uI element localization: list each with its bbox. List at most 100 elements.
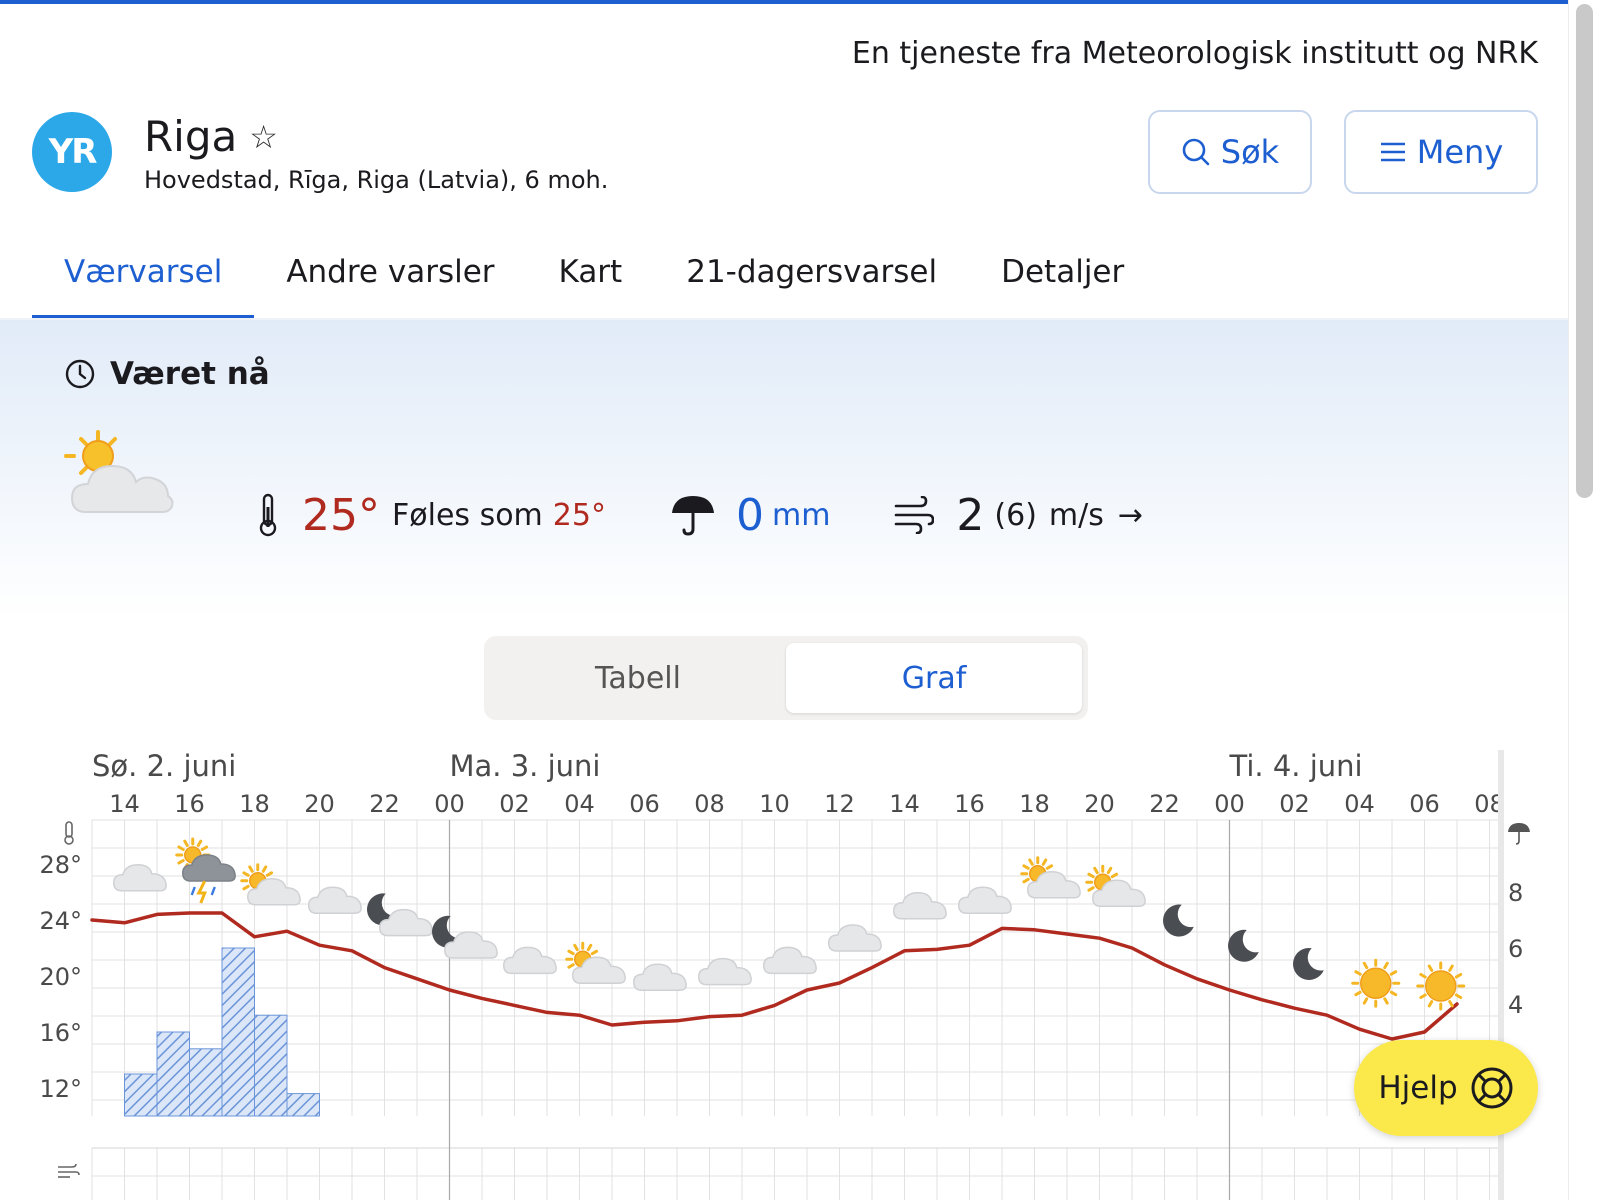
x-tick-label: 04 — [1344, 790, 1375, 818]
view-toggle: Tabell Graf — [484, 636, 1088, 720]
tab-andre-varsler[interactable]: Andre varsler — [254, 240, 526, 320]
day-label: Ti. 4. juni — [1229, 749, 1363, 783]
symbol-part — [200, 845, 209, 851]
moon-icon — [1228, 929, 1259, 962]
symbol-part — [1293, 947, 1324, 980]
partly-cloudy-day-icon — [1020, 856, 1081, 899]
current-weather-heading: Været nå — [64, 356, 270, 392]
cloud-icon — [957, 886, 1012, 914]
yr-logo[interactable]: YR — [32, 112, 112, 192]
umbrella-icon — [671, 496, 714, 536]
service-credit: En tjeneste fra Meteorologisk institutt … — [851, 36, 1538, 71]
x-tick-label: 18 — [239, 790, 270, 818]
toggle-graf[interactable]: Graf — [786, 643, 1082, 713]
wind-unit: m/s — [1048, 497, 1104, 533]
forecast-graph: Sø. 2. juni Ma. 3. juni Ti. 4. juni 14 16 18 2… — [39, 749, 1530, 1200]
toggle-tabell[interactable]: Tabell — [490, 643, 786, 713]
umbrella-axis-icon — [1508, 823, 1530, 845]
scrollbar-thumb[interactable] — [1576, 4, 1593, 498]
help-button-label: Hjelp — [1378, 1070, 1458, 1106]
cloud-icon — [632, 963, 687, 991]
symbol-part — [1362, 997, 1369, 1005]
symbol-part — [573, 943, 579, 952]
x-tick-label: 22 — [369, 790, 400, 818]
current-precipitation: 0 — [735, 489, 764, 541]
symbol-part — [1383, 961, 1389, 970]
current-weather-metrics: 25° Føles som 25° 0 mm 2 (6) m/s → — [258, 486, 1143, 544]
x-tick-label: 20 — [304, 790, 335, 818]
symbol-part — [1106, 866, 1113, 875]
axis-icon-part — [1515, 832, 1520, 845]
thermometer-icon — [259, 493, 277, 537]
search-icon — [1182, 138, 1210, 166]
tab-detaljer[interactable]: Detaljer — [969, 240, 1156, 320]
symbol-part — [1022, 877, 1030, 884]
location-subtitle: Hovedstad, Rīga, Riga (Latvia), 6 moh. — [144, 166, 609, 194]
cloud-icon — [892, 892, 947, 920]
thermometer-axis-icon — [64, 821, 74, 845]
lifebuoy-icon — [1471, 1067, 1513, 1109]
current-wind-gust: (6) — [994, 497, 1037, 533]
partly-cloudy-night-icon — [432, 915, 498, 959]
wind-axis-icon — [58, 1163, 80, 1178]
partly-cloudy-day-icon — [1085, 864, 1146, 907]
symbol-part — [632, 963, 687, 991]
feels-like-label: Føles som — [392, 497, 543, 533]
partly-cloudy-day-icon — [64, 430, 174, 513]
x-tick-label: 12 — [824, 790, 855, 818]
location-title-row: Riga ☆ — [144, 112, 278, 161]
precipitation-bar — [124, 1073, 158, 1117]
precipitation-bar — [286, 1093, 320, 1117]
precipitation-bar — [221, 947, 255, 1117]
current-temperature: 25° — [302, 489, 380, 541]
symbol-part — [1362, 961, 1369, 970]
feels-like-value: 25° — [552, 497, 606, 533]
symbol-part — [697, 957, 752, 986]
y-tick-label: 12° — [39, 1075, 82, 1103]
symbol-part — [261, 865, 268, 873]
symbol-part — [827, 924, 882, 952]
symbol-part — [177, 859, 185, 865]
symbol-part — [196, 880, 207, 904]
location-name: Riga — [144, 112, 238, 161]
symbol-part — [210, 886, 216, 896]
x-tick-label: 18 — [1019, 790, 1050, 818]
symbol-part — [502, 946, 557, 975]
tab-21-dagersvarsel[interactable]: 21-dagersvarsel — [654, 240, 969, 320]
x-tick-label: 22 — [1149, 790, 1180, 818]
day-label: Sø. 2. juni — [92, 749, 236, 783]
scrollbar-track[interactable] — [1568, 0, 1600, 1200]
moon-icon — [1293, 947, 1324, 980]
symbol-part — [1087, 886, 1095, 892]
x-tick-label: 02 — [499, 790, 530, 818]
cloud-icon — [697, 957, 752, 986]
x-tick-label: 02 — [1279, 790, 1310, 818]
menu-button[interactable]: Meny — [1344, 110, 1538, 194]
moon-icon — [1163, 904, 1194, 937]
arrow-right-icon: → — [1117, 497, 1144, 533]
tab-vaervarsel[interactable]: Værvarsel — [32, 240, 255, 320]
symbol-part — [307, 886, 362, 914]
partly-cloudy-day-icon — [240, 863, 301, 906]
day-label: Ma. 3. juni — [450, 749, 601, 783]
favorite-star-icon[interactable]: ☆ — [249, 118, 278, 156]
cloud-icon — [307, 886, 362, 914]
x-tick-label: 14 — [109, 790, 140, 818]
search-button[interactable]: Søk — [1148, 110, 1312, 194]
graph-grid — [91, 819, 1498, 1200]
symbol-part — [1228, 929, 1259, 962]
x-tick-label: 06 — [1409, 790, 1440, 818]
cloud-icon — [827, 924, 882, 952]
symbol-part — [112, 864, 167, 892]
symbol-part — [1045, 864, 1054, 870]
symbol-part — [1360, 967, 1392, 999]
symbol-part — [1425, 970, 1457, 1002]
x-tick-label: 16 — [954, 790, 985, 818]
x-tick-label: 16 — [174, 790, 205, 818]
symbol-part — [265, 871, 274, 877]
tab-kart[interactable]: Kart — [527, 240, 655, 320]
help-button[interactable]: Hjelp — [1354, 1040, 1538, 1136]
thunder-rain-icon — [175, 837, 236, 904]
hamburger-icon — [1380, 142, 1405, 162]
axis-icon-part — [1508, 823, 1530, 832]
